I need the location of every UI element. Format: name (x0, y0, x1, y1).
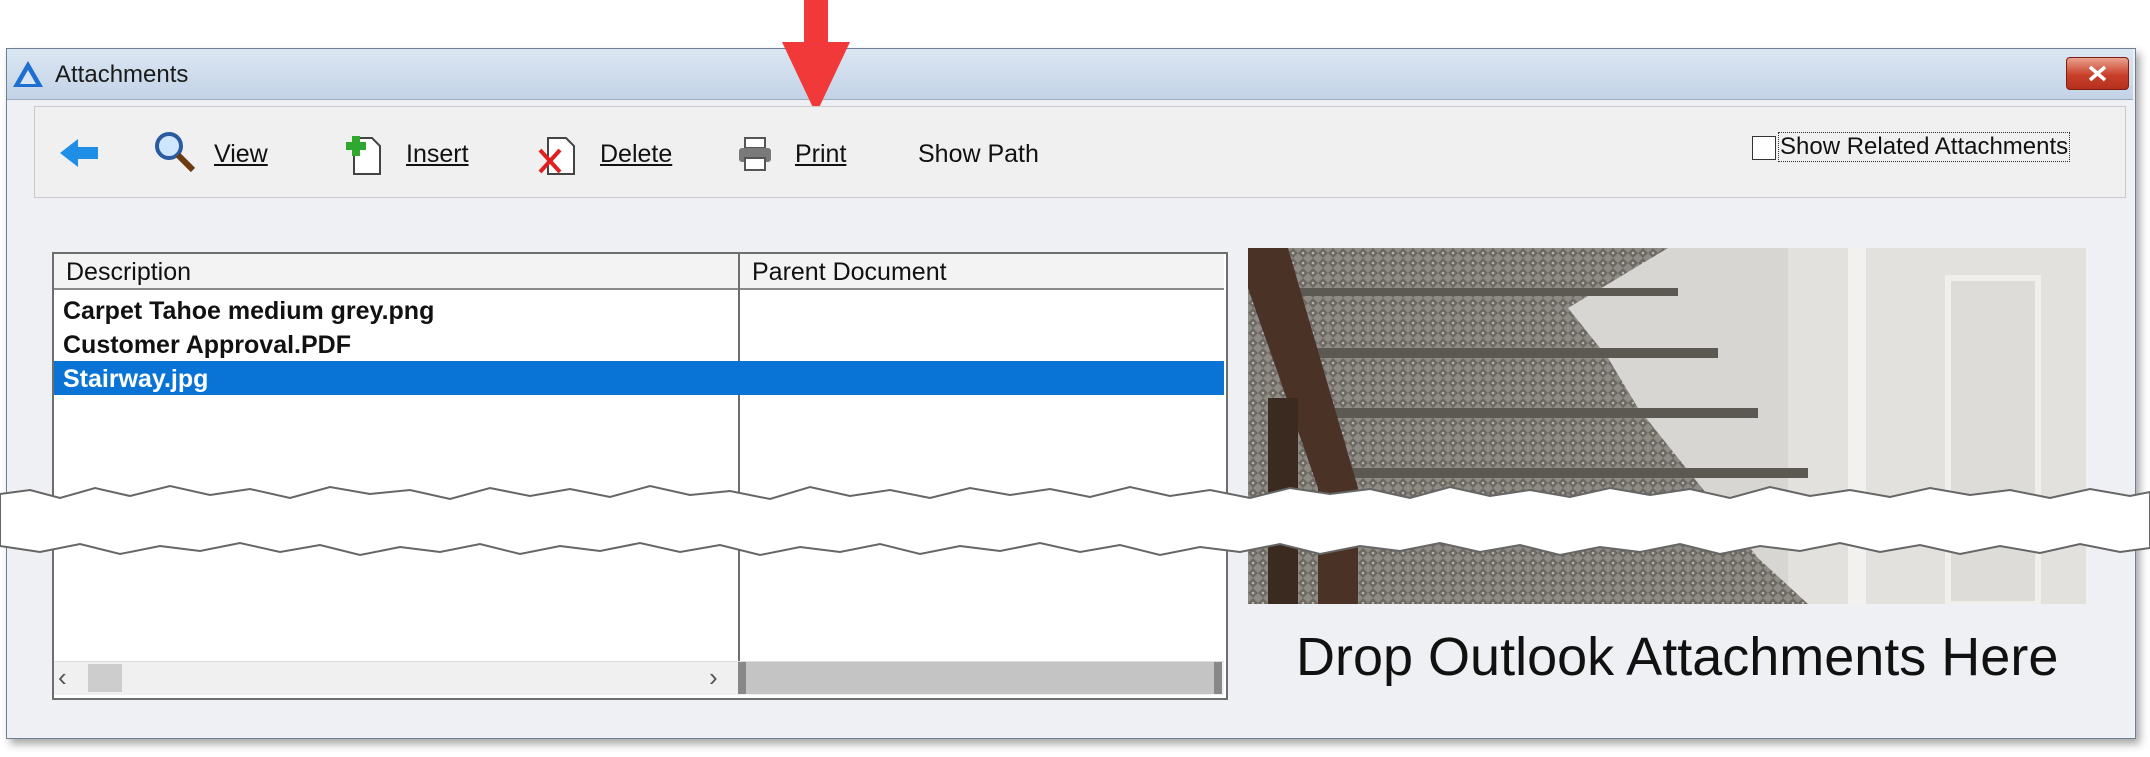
scroll-left-icon[interactable]: ‹ (58, 663, 67, 691)
window-title: Attachments (55, 61, 189, 88)
title-bar (7, 49, 2133, 100)
printer-icon (739, 137, 771, 171)
add-document-icon (346, 136, 381, 175)
delete-label[interactable]: Delete (600, 140, 672, 169)
annotation-arrow-icon (782, 0, 850, 114)
app-logo-icon (13, 61, 43, 87)
show-related-checkbox[interactable] (1752, 136, 1776, 160)
column-divider[interactable] (738, 254, 740, 694)
close-button[interactable] (2066, 57, 2129, 90)
scrollbar-track-right[interactable] (738, 662, 1222, 694)
list-item-selected[interactable]: Stairway.jpg (63, 365, 208, 394)
selected-row-highlight[interactable] (54, 361, 1224, 395)
insert-button[interactable] (344, 134, 384, 181)
column-header-parent-document[interactable]: Parent Document (740, 254, 1224, 290)
back-button[interactable] (60, 136, 100, 175)
list-item[interactable]: Customer Approval.PDF (63, 331, 351, 360)
print-label[interactable]: Print (795, 140, 846, 169)
delete-button[interactable] (538, 134, 578, 181)
print-button[interactable] (737, 136, 773, 177)
insert-label[interactable]: Insert (406, 140, 469, 169)
column-header-description[interactable]: Description (54, 254, 738, 290)
scrollbar-thumb[interactable] (88, 664, 122, 692)
arrow-left-icon (60, 139, 98, 167)
list-item[interactable]: Carpet Tahoe medium grey.png (63, 297, 434, 326)
show-related-label[interactable]: Show Related Attachments (1778, 132, 2071, 162)
show-path-button[interactable]: Show Path (918, 140, 1039, 169)
delete-document-icon (538, 137, 575, 175)
torn-paper-break (0, 484, 2150, 557)
drop-attachments-hint: Drop Outlook Attachments Here (1296, 627, 2059, 687)
view-button[interactable] (153, 130, 197, 179)
view-label[interactable]: View (214, 140, 268, 169)
close-icon (2088, 65, 2107, 82)
scroll-right-icon[interactable]: › (709, 663, 718, 691)
magnifier-icon (155, 132, 196, 173)
